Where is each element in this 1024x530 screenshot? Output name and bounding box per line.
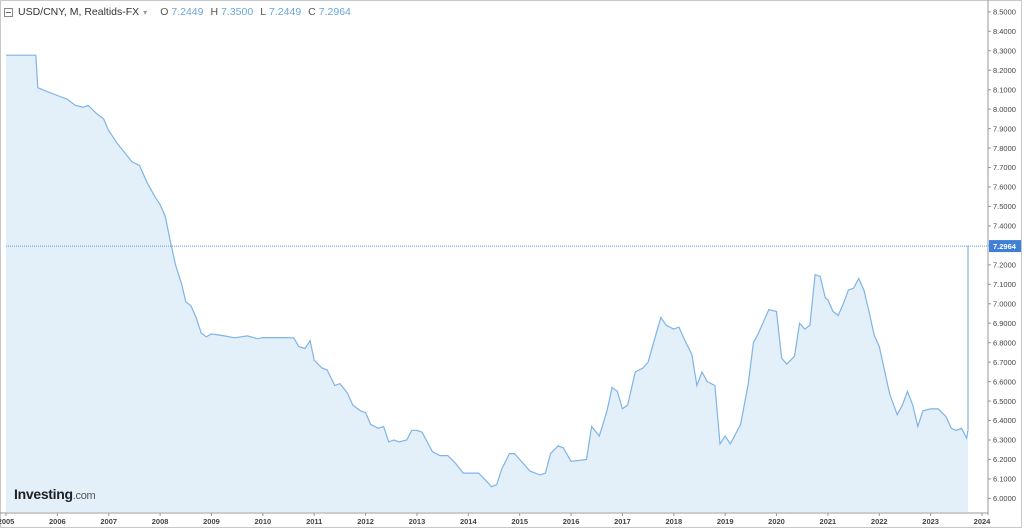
y-tick-label: 7.4000 — [993, 222, 1016, 231]
y-tick-label: 8.2000 — [993, 66, 1016, 75]
x-tick-label: 2010 — [254, 517, 271, 526]
open-value: 7.2449 — [171, 6, 204, 18]
x-tick-label: 2014 — [460, 517, 478, 526]
x-tick-label: 2012 — [357, 517, 374, 526]
y-tick-label: 6.7000 — [993, 358, 1016, 367]
x-tick-label: 2005 — [0, 517, 14, 526]
y-tick-label: 7.5000 — [993, 202, 1016, 211]
x-tick-label: 2007 — [100, 517, 117, 526]
open-key: O — [160, 6, 169, 18]
x-tick-label: 2006 — [49, 517, 66, 526]
symbol-label[interactable]: USD/CNY, M, Realtids-FX — [18, 6, 139, 18]
investing-logo[interactable]: Investing.com — [14, 486, 96, 502]
x-tick-label: 2017 — [614, 517, 631, 526]
y-tick-label: 8.1000 — [993, 85, 1016, 94]
chevron-down-icon[interactable]: ▾ — [143, 8, 147, 17]
x-tick-label: 2015 — [511, 517, 528, 526]
x-tick-label: 2016 — [563, 517, 580, 526]
y-tick-label: 7.6000 — [993, 183, 1016, 192]
x-tick-label: 2018 — [665, 517, 682, 526]
x-tick-label: 2008 — [152, 517, 169, 526]
high-key: H — [210, 6, 219, 18]
logo-brand: Investing — [14, 486, 73, 502]
x-tick-label: 2021 — [820, 517, 837, 526]
y-tick-label: 7.8000 — [993, 144, 1016, 153]
x-tick-label: 2019 — [717, 517, 734, 526]
y-tick-label: 7.7000 — [993, 163, 1016, 172]
y-tick-label: 6.6000 — [993, 377, 1016, 386]
y-tick-label: 7.2000 — [993, 261, 1016, 270]
x-tick-label: 2024 — [974, 517, 992, 526]
y-tick-label: 7.0000 — [993, 299, 1016, 308]
y-tick-label: 6.9000 — [993, 319, 1016, 328]
x-tick-label: 2009 — [203, 517, 220, 526]
x-tick-label: 2022 — [871, 517, 888, 526]
y-tick-label: 8.4000 — [993, 27, 1016, 36]
y-tick-label: 6.0000 — [993, 494, 1016, 503]
y-tick-label: 6.3000 — [993, 436, 1016, 445]
y-tick-label: 6.2000 — [993, 455, 1016, 464]
close-key: C — [308, 6, 316, 18]
high-value: 7.3500 — [221, 6, 254, 18]
last-price-label: 7.2964 — [993, 242, 1017, 251]
y-tick-label: 7.9000 — [993, 124, 1016, 133]
low-key: L — [260, 6, 267, 18]
y-tick-label: 8.3000 — [993, 46, 1016, 55]
y-tick-label: 8.0000 — [993, 105, 1016, 114]
y-tick-label: 7.1000 — [993, 280, 1016, 289]
y-tick-label: 8.5000 — [993, 8, 1016, 17]
y-tick-label: 6.4000 — [993, 416, 1016, 425]
x-tick-label: 2020 — [768, 517, 785, 526]
price-chart[interactable]: 8.5000 8.4000 8.3000 8.2000 8.1000 8.0000 7.90… — [0, 0, 1024, 530]
y-tick-label: 6.5000 — [993, 397, 1016, 406]
chart-header: USD/CNY, M, Realtids-FX ▾ O 7.2449 H 7.350… — [4, 3, 351, 21]
price-area — [6, 55, 968, 512]
x-tick-label: 2011 — [306, 517, 322, 526]
low-value: 7.2449 — [269, 6, 302, 18]
y-tick-label: 6.8000 — [993, 338, 1016, 347]
y-tick-label: 6.1000 — [993, 475, 1016, 484]
x-tick-label: 2013 — [409, 517, 426, 526]
logo-suffix: .com — [72, 490, 96, 502]
x-tick-label: 2023 — [922, 517, 939, 526]
collapse-button[interactable] — [4, 7, 13, 17]
close-value: 7.2964 — [318, 6, 351, 18]
